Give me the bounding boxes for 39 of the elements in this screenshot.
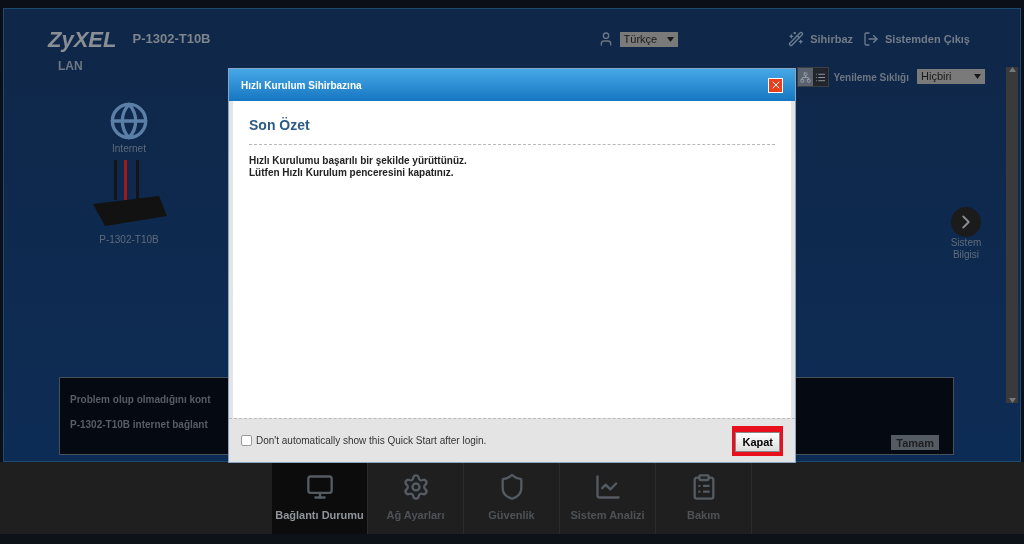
system-info-link[interactable]: Sistem Bilgisi	[946, 237, 986, 261]
refresh-label: Yenileme Sıklığı	[833, 70, 909, 85]
caret-icon	[974, 73, 981, 79]
notice-text: Problem olup olmadığını kont	[70, 393, 212, 407]
dialog-message: Lütfen Hızlı Kurulum penceresini kapatınız.	[249, 167, 455, 179]
nav-tab[interactable]: Bağlantı Durumu	[272, 462, 368, 534]
notice-text: P-1302-T10B internet bağlant	[70, 418, 209, 432]
monitor-icon	[305, 472, 334, 501]
dialog-title: Hızlı Kurulum Sihirbazına	[241, 78, 362, 93]
gear-icon	[401, 472, 430, 501]
scroll-down-icon	[1008, 398, 1016, 403]
caret-icon	[667, 36, 675, 42]
list-view-toggle[interactable]	[813, 68, 829, 86]
refresh-select[interactable]: Hiçbiri	[917, 68, 985, 84]
brand-logo: ZyXEL	[48, 25, 117, 54]
dialog-heading: Son Özet	[249, 116, 311, 135]
diagram-icon	[800, 71, 812, 83]
close-button[interactable]	[768, 77, 783, 93]
scrollbar[interactable]	[1006, 67, 1018, 403]
line-chart-icon	[593, 472, 622, 501]
list-icon	[815, 71, 827, 83]
magic-wand-icon	[788, 31, 805, 47]
internet-label: Internet	[112, 142, 146, 156]
checkbox-label: Don't automatically show this Quick Start after login.	[256, 434, 487, 448]
logout-icon	[863, 31, 879, 47]
page-title: LAN	[58, 58, 83, 75]
dialog-message: Hızlı Kurulumu başarılı bir şekilde yürüttünüz.	[249, 155, 468, 167]
diagram-view-toggle[interactable]	[798, 68, 814, 86]
globe-icon	[109, 101, 149, 141]
scroll-up-icon	[1008, 67, 1016, 72]
close-dialog-button[interactable]: Kapat	[735, 431, 780, 452]
header-link[interactable]: Sihirbaz	[810, 30, 853, 48]
next-arrow-button[interactable]	[951, 207, 981, 237]
header-link[interactable]: Sistemden Çıkış	[885, 30, 970, 48]
model-name: P-1302-T10B	[132, 30, 211, 49]
ok-button[interactable]: Tamam	[891, 435, 939, 450]
quick-start-checkbox[interactable]	[241, 435, 252, 446]
device-label: P-1302-T10B	[99, 233, 159, 247]
language-select[interactable]: Türkçe	[619, 31, 679, 47]
